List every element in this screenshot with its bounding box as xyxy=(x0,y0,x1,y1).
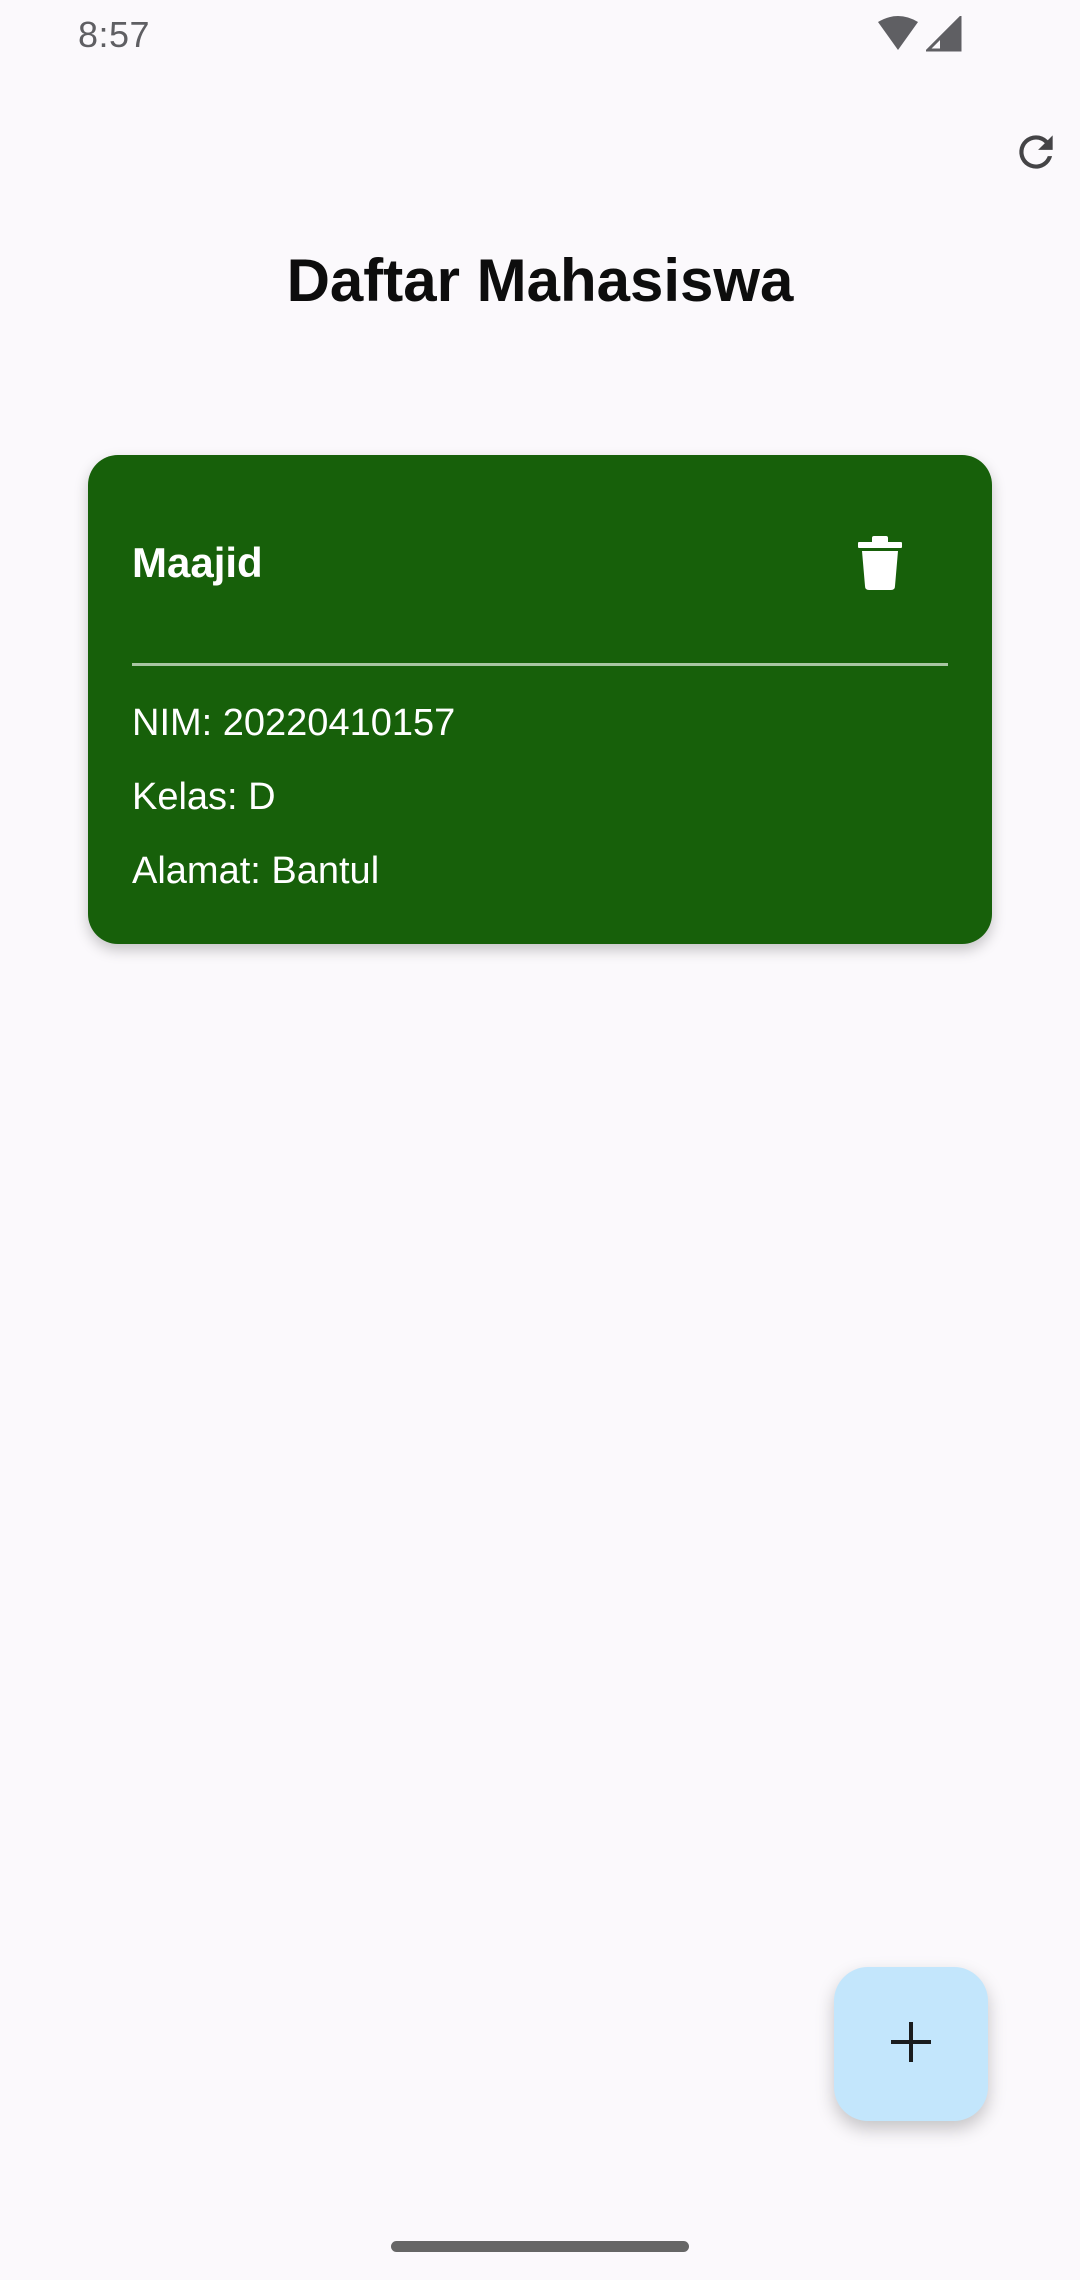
wifi-icon xyxy=(876,16,920,57)
student-nim: NIM: 20220410157 xyxy=(132,702,456,744)
card-divider xyxy=(132,663,948,666)
student-card[interactable]: Maajid NIM: 20220410157 Kelas: D Alamat:… xyxy=(88,455,992,944)
status-icons xyxy=(876,14,962,57)
student-kelas: Kelas: D xyxy=(132,776,276,818)
page-title: Daftar Mahasiswa xyxy=(286,247,794,314)
status-time: 8:57 xyxy=(78,14,151,55)
trash-icon xyxy=(858,535,902,595)
student-alamat: Alamat: Bantul xyxy=(132,850,380,892)
refresh-icon xyxy=(1011,127,1061,182)
plus-icon xyxy=(889,2020,933,2069)
status-bar: 8:57 xyxy=(0,0,1080,72)
home-indicator[interactable] xyxy=(391,2241,689,2252)
refresh-button[interactable] xyxy=(1006,124,1066,184)
add-student-button[interactable] xyxy=(834,1967,988,2121)
cellular-signal-icon xyxy=(924,14,962,57)
student-name: Maajid xyxy=(132,539,263,586)
delete-button[interactable] xyxy=(852,535,908,595)
